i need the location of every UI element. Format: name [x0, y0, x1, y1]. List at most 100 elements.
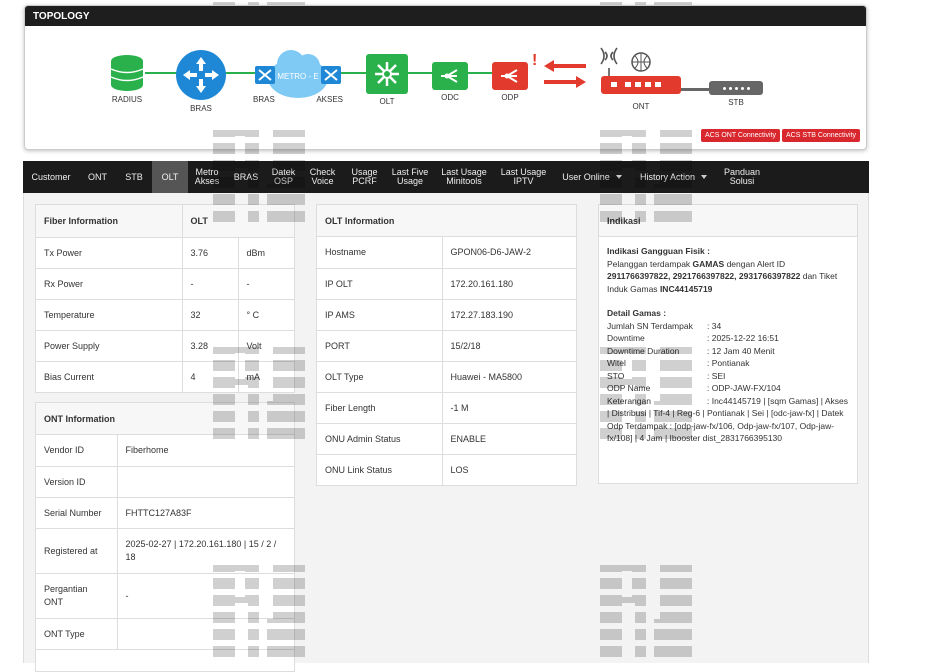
node-ont[interactable]: ONT [599, 46, 683, 111]
ont-information-title: ONT Information [36, 403, 294, 435]
olt-label: Hostname [317, 237, 443, 269]
fiber-information-panel: Fiber Information OLT Tx Power 3.76 dBm Rx… [35, 204, 295, 393]
ont-label: Serial Number [36, 497, 118, 529]
link-line [680, 88, 710, 91]
main-navbar: Customer ONT STB OLT Metro Akses BRAS Dat… [23, 161, 869, 193]
node-odp[interactable]: ODP [492, 62, 528, 102]
modem-icon [600, 47, 681, 94]
tab-bras[interactable]: BRAS [226, 161, 266, 193]
node-label: BRAS [190, 104, 212, 113]
ont-label: Version ID [36, 466, 118, 498]
fiber-value: 3.28 [182, 330, 239, 362]
detail-row: Downtime Duration: 12 Jam 40 Menit [607, 345, 775, 356]
detail-gamas-title: Detail Gamas : [607, 308, 667, 318]
fiber-label: Temperature [36, 299, 183, 331]
node-label: ONT [632, 102, 650, 111]
olt-value: Huawei - MA5800 [442, 361, 576, 393]
olt-label: PORT [317, 330, 443, 362]
detail-row: Witel: Pontianak [607, 358, 750, 368]
topology-panel: TOPOLOGY RADIUS BRAS METRO - E BRAS AKSE… [24, 5, 867, 150]
broken-link-arrows-icon [544, 60, 586, 88]
ont-value: Fiberhome [117, 435, 294, 467]
chevron-down-icon [615, 175, 622, 179]
fiber-unit: dBm [238, 237, 294, 269]
router-icon [176, 50, 226, 100]
node-odc[interactable]: ODC [432, 62, 468, 102]
olt-value: 172.27.183.190 [442, 299, 576, 331]
node-label: STB [728, 98, 744, 107]
tab-metro-akses[interactable]: Metro Akses [188, 161, 226, 193]
node-bras[interactable]: BRAS [175, 49, 227, 113]
ont-value: - [117, 573, 294, 619]
olt-label: ONU Link Status [317, 454, 443, 485]
olt-information-panel: OLT Information Hostname GPON06-D6-JAW-2 … [316, 204, 577, 486]
fiber-unit: Volt [238, 330, 294, 362]
node-stb[interactable]: STB [709, 81, 763, 107]
node-label: AKSES [316, 95, 343, 104]
tab-ont[interactable]: ONT [79, 161, 116, 193]
ont-value [117, 466, 294, 498]
tab-user-online[interactable]: User Online [554, 161, 630, 193]
olt-information-table: Hostname GPON06-D6-JAW-2 IP OLT 172.20.161… [317, 237, 576, 485]
fiber-value: - [182, 268, 239, 300]
tab-stb[interactable]: STB [116, 161, 152, 193]
gangguan-title: Indikasi Gangguan Fisik : [607, 246, 710, 256]
ont-label: Vendor ID [36, 435, 118, 467]
indikasi-body: Indikasi Gangguan Fisik : Pelanggan terd… [599, 237, 857, 453]
ont-label: Registered at [36, 528, 118, 574]
topology-diagram: RADIUS BRAS METRO - E BRAS AKSES OLT ODC… [25, 26, 866, 149]
ont-value: FHTTC127A83F [117, 497, 294, 529]
ont-label: ONT Type [36, 618, 118, 650]
node-label: ODC [441, 93, 459, 102]
topology-title: TOPOLOGY [25, 6, 866, 26]
olt-value: ENABLE [442, 423, 576, 455]
tab-check-voice[interactable]: Check Voice [301, 161, 344, 193]
splitter-icon [432, 62, 468, 90]
olt-label: OLT Type [317, 361, 443, 393]
olt-value: GPON06-D6-JAW-2 [442, 237, 576, 269]
fiber-unit: - [238, 268, 294, 300]
ont-information-table: Vendor ID Fiberhome Version ID Serial Num… [36, 435, 294, 650]
olt-label: ONU Admin Status [317, 423, 443, 455]
node-label: BRAS [253, 95, 275, 104]
ont-information-panel: ONT Information Vendor ID Fiberhome Versi… [35, 402, 295, 672]
tab-history-action[interactable]: History Action [630, 161, 717, 193]
ont-value [117, 618, 294, 650]
chevron-down-icon [701, 175, 708, 179]
detail-row: STO: SEI [607, 370, 726, 381]
link-line [465, 72, 495, 74]
keterangan-row: Keterangan: Inc44145719 | [sqm Gamas] | … [607, 395, 848, 444]
tab-last-usage-iptv[interactable]: Last Usage IPTV [493, 161, 554, 193]
olt-value: LOS [450, 464, 469, 475]
fiber-value: 3.76 [182, 237, 239, 269]
olt-label: IP OLT [317, 268, 443, 300]
olt-value: 15/2/18 [442, 330, 576, 362]
acs-stb-connectivity-button[interactable]: ACS STB Connectivity [782, 129, 861, 142]
node-label: ODP [501, 93, 519, 102]
tab-datek-osp[interactable]: Datek OSP [266, 161, 301, 193]
node-metro-e[interactable]: METRO - E BRAS AKSES [253, 46, 343, 104]
tab-last-five-usage[interactable]: Last Five Usage [385, 161, 435, 193]
gangguan-description: Pelanggan terdampak GAMAS dengan Alert I… [607, 258, 838, 294]
alert-icon: ! [532, 52, 538, 69]
fiber-label: Power Supply [36, 330, 183, 362]
tab-usage-pcrf[interactable]: Usage PCRF [344, 161, 385, 193]
fiber-value: 32 [182, 299, 239, 331]
olt-label: Fiber Length [317, 392, 443, 424]
indikasi-title: Indikasi [599, 205, 857, 237]
tab-panduan-solusi[interactable]: Panduan Solusi [717, 161, 767, 193]
tab-customer[interactable]: Customer [23, 161, 79, 193]
acs-ont-connectivity-button[interactable]: ACS ONT Connectivity [701, 129, 781, 142]
fiber-header-olt: OLT [182, 205, 294, 238]
switch-icon [366, 54, 408, 94]
olt-information-title: OLT Information [317, 205, 576, 237]
fiber-value: 4 [182, 361, 239, 392]
node-olt[interactable]: OLT [366, 54, 408, 106]
detail-row: ODP Name: ODP-JAW-FX/104 [607, 383, 781, 393]
fiber-unit: ° C [238, 299, 294, 331]
fiber-label: Tx Power [36, 237, 183, 269]
tab-last-usage-minitools[interactable]: Last Usage Minitools [435, 161, 493, 193]
tab-olt[interactable]: OLT [152, 161, 188, 193]
olt-value: 172.20.161.180 [442, 268, 576, 300]
node-radius[interactable]: RADIUS [109, 54, 145, 104]
